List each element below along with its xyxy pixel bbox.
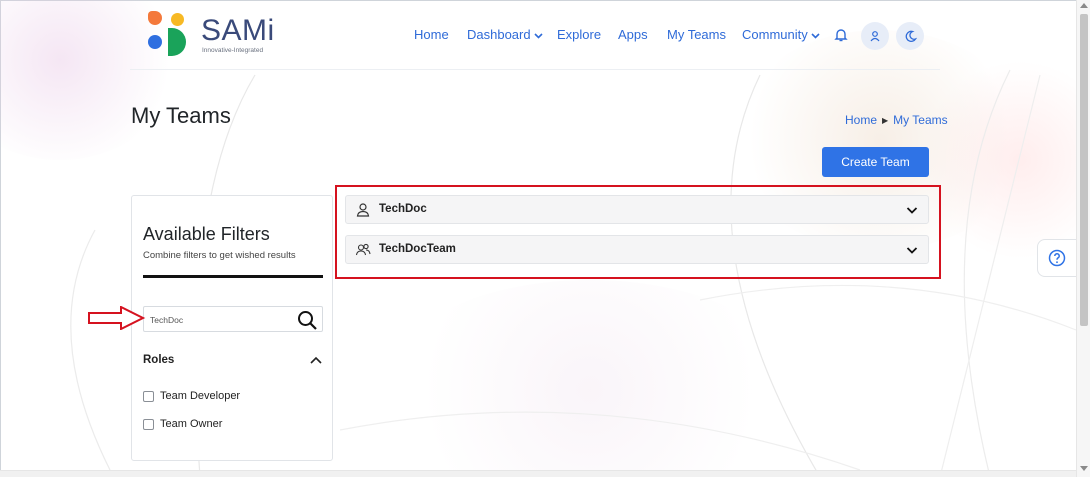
moon-icon <box>905 30 917 42</box>
nav-dashboard-label: Dashboard <box>467 27 531 42</box>
checkbox[interactable] <box>143 390 154 402</box>
logo-dot-yellow <box>171 13 184 26</box>
search-icon[interactable] <box>296 309 318 331</box>
breadcrumb-my-teams[interactable]: My Teams <box>893 113 947 127</box>
annotation-arrow-icon <box>88 306 146 330</box>
breadcrumb-home[interactable]: Home <box>845 113 877 127</box>
user-icon <box>870 31 880 42</box>
team-name: TechDocTeam <box>379 243 456 255</box>
nav-apps[interactable]: Apps <box>618 27 648 45</box>
logo-wordmark: SAMi <box>201 14 275 47</box>
sami-logo[interactable]: SAMi Innovative-Integrated <box>146 11 276 61</box>
nav-my-teams[interactable]: My Teams <box>667 27 726 45</box>
role-label: Team Owner <box>160 418 223 430</box>
breadcrumb: Home ▶ My Teams <box>845 113 948 127</box>
filters-title: Available Filters <box>143 224 270 244</box>
vertical-scrollbar[interactable] <box>1076 0 1090 477</box>
logo-dot-blue <box>148 35 162 49</box>
team-search-box <box>143 306 323 332</box>
team-accordion-techdocteam[interactable]: TechDocTeam <box>345 235 929 264</box>
team-name: TechDoc <box>379 203 427 215</box>
logo-dot-orange <box>148 11 162 25</box>
question-circle-icon <box>1048 249 1066 267</box>
header-divider <box>130 69 940 70</box>
roles-heading: Roles <box>143 354 175 366</box>
checkbox[interactable] <box>143 418 154 430</box>
theme-toggle-button[interactable] <box>896 22 924 50</box>
create-team-button[interactable]: Create Team <box>822 147 929 177</box>
chevron-down-icon[interactable] <box>906 206 918 215</box>
role-label: Team Developer <box>160 390 241 402</box>
nav-dashboard[interactable]: Dashboard <box>467 27 543 45</box>
user-menu-button[interactable] <box>861 22 889 50</box>
nav-explore[interactable]: Explore <box>557 27 601 45</box>
chevron-down-icon[interactable] <box>906 246 918 255</box>
team-search-input[interactable] <box>150 312 290 327</box>
users-icon <box>355 243 371 256</box>
bell-icon[interactable] <box>833 27 849 43</box>
chevron-down-icon <box>811 32 820 39</box>
breadcrumb-separator-icon: ▶ <box>882 116 889 126</box>
filters-panel: Available Filters Combine filters to get… <box>131 195 333 461</box>
chevron-down-icon <box>534 32 543 39</box>
top-navbar: SAMi Innovative-Integrated Home Dashboar… <box>0 0 1090 70</box>
team-accordion-techdoc[interactable]: TechDoc <box>345 195 929 224</box>
nav-community-label: Community <box>742 27 808 42</box>
scrollbar-thumb[interactable] <box>1080 14 1088 326</box>
scroll-up-icon[interactable] <box>1080 3 1088 8</box>
chevron-up-icon[interactable] <box>309 355 323 365</box>
filters-divider <box>143 275 323 278</box>
filters-subtitle: Combine filters to get wished results <box>143 250 296 261</box>
nav-home[interactable]: Home <box>414 27 449 45</box>
page-title: My Teams <box>131 103 231 128</box>
logo-tagline: Innovative-Integrated <box>202 47 264 54</box>
nav-community[interactable]: Community <box>742 27 820 45</box>
horizontal-scrollbar[interactable] <box>0 470 1076 477</box>
role-filter-team-developer[interactable]: Team Developer <box>143 389 240 403</box>
role-filter-team-owner[interactable]: Team Owner <box>143 417 222 431</box>
logo-dot-green <box>168 28 186 56</box>
user-icon <box>356 203 370 217</box>
scroll-down-icon[interactable] <box>1080 466 1088 471</box>
help-button[interactable] <box>1037 239 1077 277</box>
